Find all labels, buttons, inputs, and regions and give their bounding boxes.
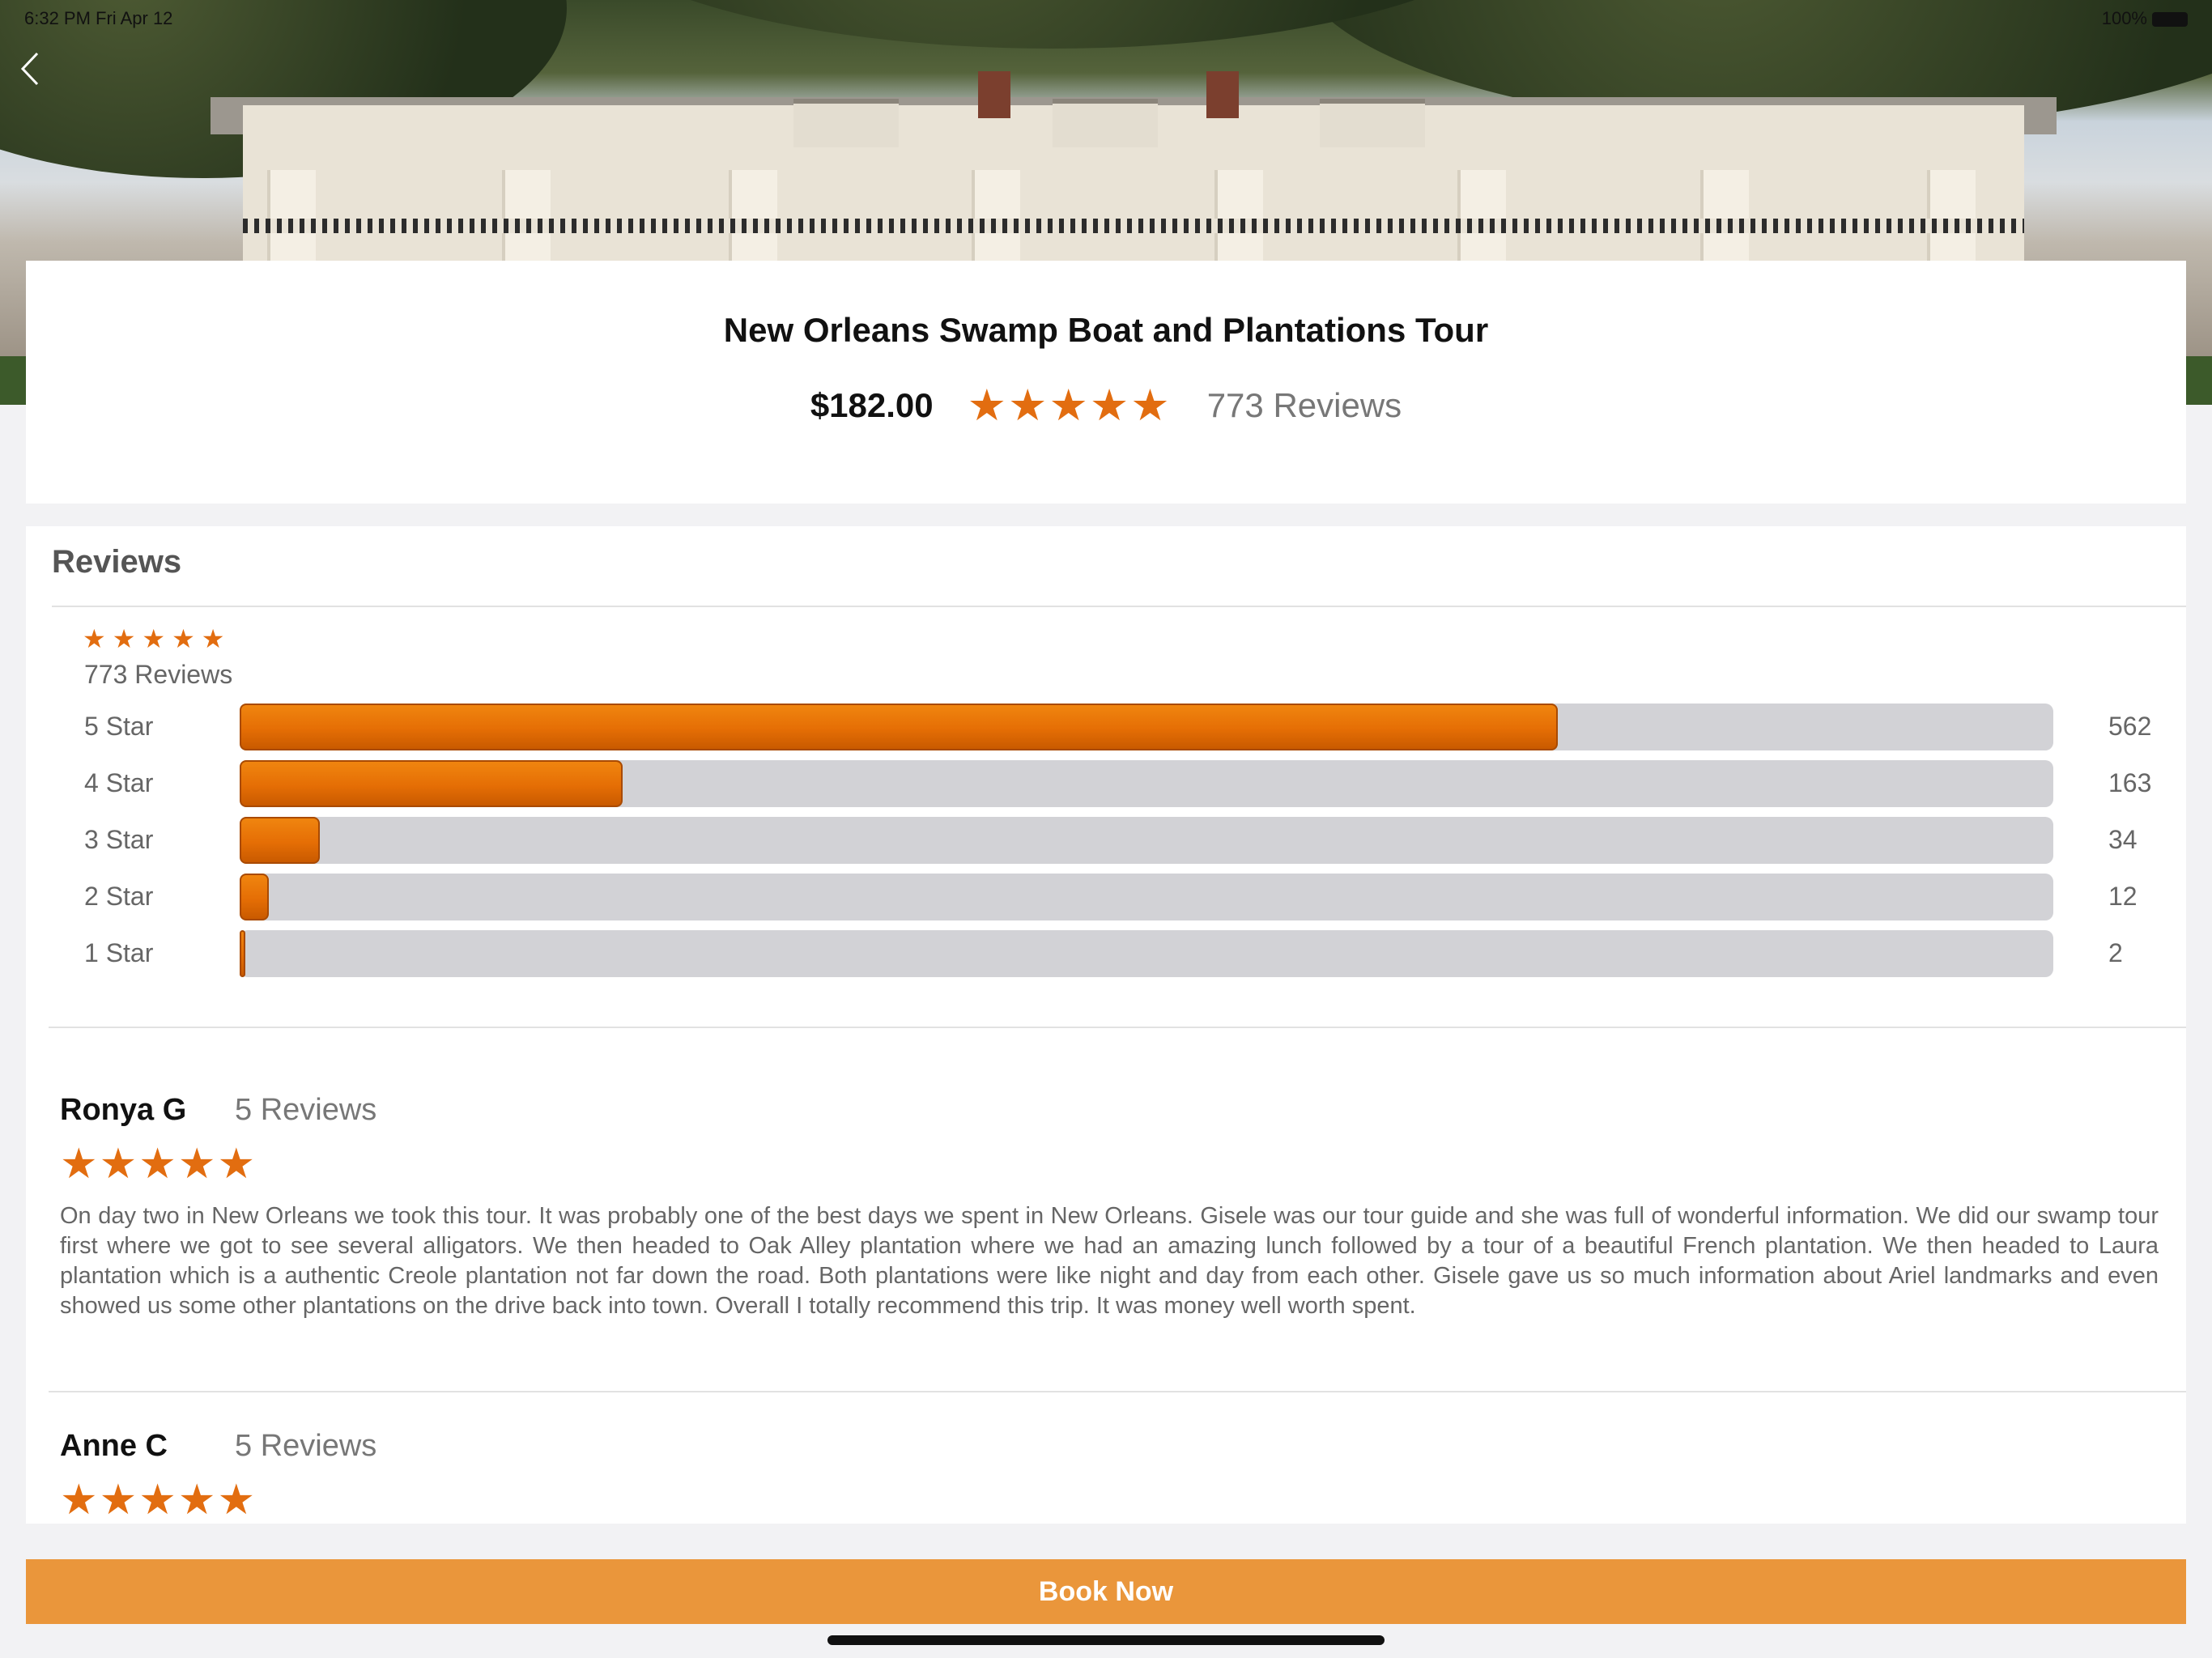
rating-row-label: 4 Star [84, 768, 154, 797]
rating-bar-fill [240, 817, 320, 864]
tour-header-card: New Orleans Swamp Boat and Plantations T… [26, 261, 2186, 504]
divider [49, 1391, 2186, 1392]
review-stars: ★★★★★ [60, 1141, 257, 1188]
rating-row-3: 3 Star 34 [84, 817, 2157, 864]
rating-row-4: 4 Star 163 [84, 760, 2157, 807]
rating-bar-track [240, 930, 2053, 977]
divider [52, 606, 2186, 607]
rating-bar-track [240, 817, 2053, 864]
battery-icon [2152, 12, 2188, 28]
rating-row-count: 2 [2108, 938, 2123, 967]
reviews-title: Reviews [52, 544, 182, 580]
reviewer-name[interactable]: Anne C [60, 1429, 168, 1464]
rating-bar-fill [240, 930, 245, 977]
rating-bar-track [240, 874, 2053, 920]
tour-review-count[interactable]: 773 Reviews [1207, 386, 1402, 425]
rating-bar-track [240, 760, 2053, 807]
rating-row-count: 163 [2108, 768, 2152, 797]
rating-row-label: 1 Star [84, 938, 154, 967]
tour-meta: $182.00 ★★★★★ 773 Reviews [26, 384, 2186, 427]
divider [49, 1027, 2186, 1028]
rating-bar-fill [240, 874, 269, 920]
reviewer-review-count: 5 Reviews [235, 1429, 377, 1463]
rating-row-count: 562 [2108, 712, 2152, 741]
rating-bar-track [240, 704, 2053, 750]
summary-review-count: 773 Reviews [84, 660, 233, 689]
reviewer-review-count: 5 Reviews [235, 1093, 377, 1127]
rating-row-2: 2 Star 12 [84, 874, 2157, 920]
home-indicator[interactable] [827, 1635, 1385, 1645]
rating-bar-fill [240, 704, 1559, 750]
status-bar: 6:32 PM Fri Apr 12 100% [24, 8, 2188, 32]
summary-stars: ★★★★★ [83, 624, 232, 653]
status-battery: 100% [2102, 8, 2188, 32]
rating-row-1: 1 Star 2 [84, 930, 2157, 977]
rating-stars: ★★★★★ [967, 381, 1172, 430]
chevron-left-icon [20, 52, 39, 86]
review-text: On day two in New Orleans we took this t… [60, 1203, 2159, 1319]
rating-row-count: 12 [2108, 882, 2138, 911]
rating-row-count: 34 [2108, 825, 2138, 854]
rating-row-label: 2 Star [84, 882, 154, 911]
review-stars: ★★★★★ [60, 1477, 257, 1524]
rating-row-5: 5 Star 562 [84, 704, 2157, 750]
reviewer-name[interactable]: Ronya G [60, 1093, 186, 1128]
tour-price: $182.00 [810, 386, 934, 424]
tour-title: New Orleans Swamp Boat and Plantations T… [723, 311, 1489, 349]
rating-row-label: 5 Star [84, 712, 154, 741]
back-button[interactable] [18, 50, 50, 91]
rating-row-label: 3 Star [84, 825, 154, 854]
review-item: Ronya G 5 Reviews ★★★★★ On day two in Ne… [60, 1093, 2165, 1336]
review-item: Anne C 5 Reviews ★★★★★ [60, 1429, 2165, 1524]
status-time: 6:32 PM Fri Apr 12 [24, 8, 173, 28]
book-now-button[interactable]: Book Now [26, 1559, 2186, 1624]
rating-bar-fill [240, 760, 623, 807]
reviews-card[interactable]: Reviews ★★★★★ 773 Reviews 5 Star 562 4 S… [26, 526, 2186, 1524]
